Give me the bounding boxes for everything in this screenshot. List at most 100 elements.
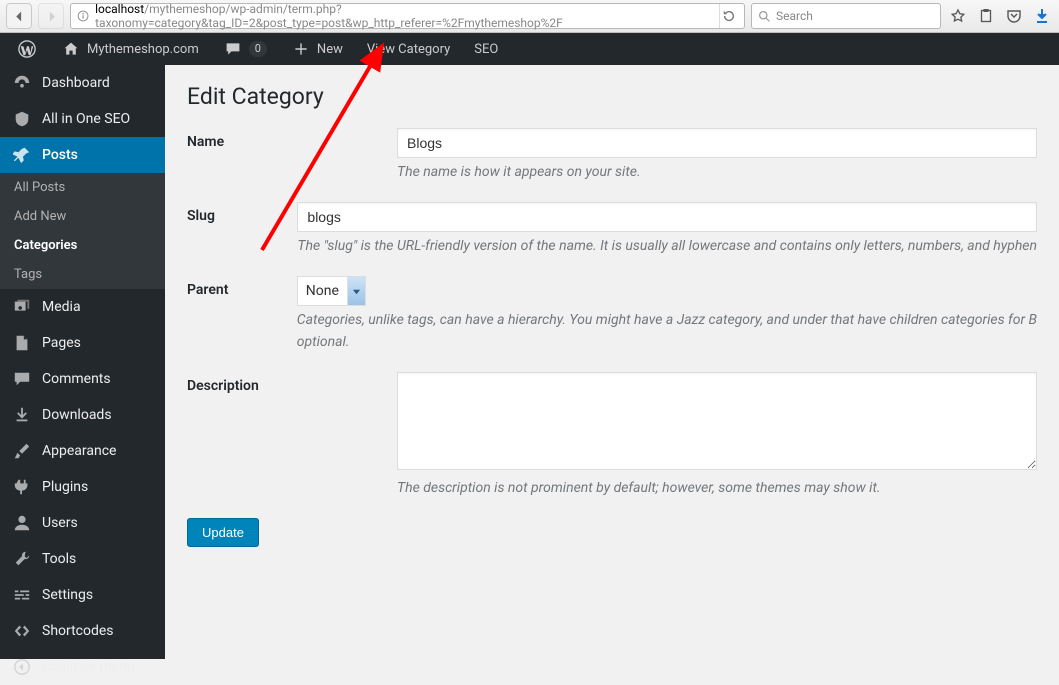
- user-icon: [12, 513, 32, 533]
- menu-label: Appearance: [42, 443, 116, 459]
- browser-toolbar: localhost/mythemeshop/wp-admin/term.php?…: [0, 0, 1059, 33]
- media-icon: [12, 297, 32, 317]
- plus-icon: [291, 39, 311, 59]
- main-content: Edit Category Name The name is how it ap…: [165, 65, 1059, 659]
- pin-icon: [12, 145, 32, 165]
- search-icon: [758, 10, 771, 23]
- comment-icon: [12, 369, 32, 389]
- address-bar[interactable]: localhost/mythemeshop/wp-admin/term.php?…: [70, 3, 745, 29]
- view-category-link[interactable]: View Category: [358, 33, 459, 65]
- site-name: Mythemeshop.com: [87, 42, 199, 57]
- sliders-icon: [12, 585, 32, 605]
- seo-label: SEO: [474, 42, 498, 57]
- plug-icon: [12, 477, 32, 497]
- menu-downloads[interactable]: Downloads: [0, 397, 165, 433]
- menu-label: All in One SEO: [42, 111, 130, 127]
- submenu-all-posts[interactable]: All Posts: [0, 173, 165, 202]
- menu-dashboard[interactable]: Dashboard: [0, 65, 165, 101]
- reload-button[interactable]: [719, 4, 738, 28]
- comments-count: 0: [249, 41, 267, 57]
- forward-button[interactable]: [38, 3, 64, 29]
- pocket-icon: [1006, 8, 1022, 24]
- menu-label: Media: [42, 299, 81, 315]
- back-button[interactable]: [6, 3, 32, 29]
- new-label: New: [317, 42, 343, 57]
- collapse-menu[interactable]: Collapse menu: [0, 649, 165, 685]
- bookmark-star-button[interactable]: [947, 5, 969, 27]
- name-help: The name is how it appears on your site.: [397, 164, 1037, 180]
- menu-label: Plugins: [42, 479, 88, 495]
- desc-label: Description: [187, 372, 397, 394]
- description-textarea[interactable]: [397, 372, 1037, 470]
- collapse-icon: [12, 657, 32, 677]
- parent-help: Categories, unlike tags, can have a hier…: [297, 312, 1037, 328]
- seo-menu[interactable]: SEO: [465, 33, 507, 65]
- star-icon: [950, 8, 966, 24]
- site-name-link[interactable]: Mythemeshop.com: [52, 33, 208, 65]
- arrow-left-icon: [13, 10, 26, 23]
- page-icon: [12, 333, 32, 353]
- menu-aioseo[interactable]: All in One SEO: [0, 101, 165, 137]
- wrench-icon: [12, 549, 32, 569]
- slug-input[interactable]: [297, 202, 1037, 232]
- shield-icon: [12, 109, 32, 129]
- menu-label: Dashboard: [42, 75, 110, 91]
- new-content-link[interactable]: New: [282, 33, 352, 65]
- parent-label: Parent: [187, 276, 297, 298]
- parent-value: None: [306, 283, 339, 299]
- menu-comments[interactable]: Comments: [0, 361, 165, 397]
- downloads-button[interactable]: [1031, 5, 1053, 27]
- page-title: Edit Category: [187, 83, 1037, 110]
- library-button[interactable]: [975, 5, 997, 27]
- reload-icon: [722, 9, 736, 23]
- submenu-posts: All Posts Add New Categories Tags: [0, 173, 165, 289]
- menu-label: Posts: [42, 147, 78, 163]
- menu-label: Comments: [42, 371, 111, 387]
- parent-select[interactable]: None: [297, 276, 366, 306]
- field-parent: Parent None Categories, unlike tags, can…: [187, 276, 1037, 350]
- pocket-button[interactable]: [1003, 5, 1025, 27]
- menu-label: Collapse menu: [42, 659, 135, 675]
- info-icon: [77, 9, 89, 23]
- menu-label: Shortcodes: [42, 623, 114, 639]
- menu-settings[interactable]: Settings: [0, 577, 165, 613]
- home-icon: [61, 39, 81, 59]
- menu-label: Tools: [42, 551, 76, 567]
- url-host: localhost: [95, 2, 144, 16]
- menu-pages[interactable]: Pages: [0, 325, 165, 361]
- arrow-right-icon: [45, 10, 58, 23]
- submenu-tags[interactable]: Tags: [0, 260, 165, 289]
- browser-search[interactable]: Search: [751, 3, 941, 29]
- brush-icon: [12, 441, 32, 461]
- menu-shortcodes[interactable]: Shortcodes: [0, 613, 165, 649]
- dashboard-icon: [12, 73, 32, 93]
- admin-sidebar: Dashboard All in One SEO Posts All Posts…: [0, 65, 165, 659]
- desc-help: The description is not prominent by defa…: [397, 480, 1037, 496]
- slug-label: Slug: [187, 202, 297, 224]
- name-input[interactable]: [397, 128, 1037, 158]
- submenu-categories[interactable]: Categories: [0, 231, 165, 260]
- download-icon: [1034, 8, 1050, 24]
- submenu-add-new[interactable]: Add New: [0, 202, 165, 231]
- menu-label: Users: [42, 515, 78, 531]
- code-icon: [12, 621, 32, 641]
- menu-posts[interactable]: Posts: [0, 137, 165, 173]
- comments-link[interactable]: 0: [214, 33, 276, 65]
- menu-media[interactable]: Media: [0, 289, 165, 325]
- menu-users[interactable]: Users: [0, 505, 165, 541]
- menu-appearance[interactable]: Appearance: [0, 433, 165, 469]
- menu-label: Pages: [42, 335, 81, 351]
- wp-logo-menu[interactable]: [8, 33, 46, 65]
- slug-help: The "slug" is the URL-friendly version o…: [297, 238, 1037, 254]
- update-button[interactable]: Update: [187, 518, 259, 547]
- wp-admin-bar: Mythemeshop.com 0 New View Category SEO: [0, 33, 1059, 65]
- parent-help2: optional.: [297, 334, 1037, 350]
- field-name: Name The name is how it appears on your …: [187, 128, 1037, 180]
- field-description: Description The description is not promi…: [187, 372, 1037, 496]
- download-icon: [12, 405, 32, 425]
- menu-tools[interactable]: Tools: [0, 541, 165, 577]
- url-path: /mythemeshop/wp-admin/term.php?taxonomy=…: [95, 2, 563, 30]
- name-label: Name: [187, 128, 397, 150]
- menu-label: Settings: [42, 587, 93, 603]
- menu-plugins[interactable]: Plugins: [0, 469, 165, 505]
